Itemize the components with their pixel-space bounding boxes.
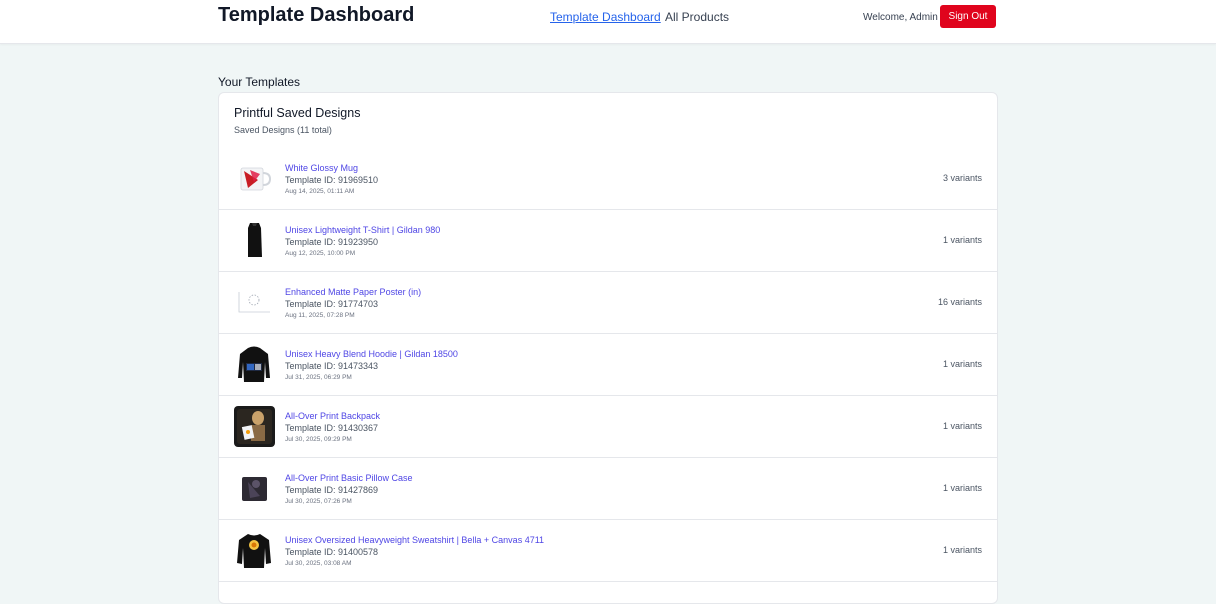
design-name-link[interactable]: All-Over Print Backpack [285, 410, 380, 422]
app-title: Template Dashboard [218, 4, 415, 26]
design-row[interactable]: All-Over Print Basic Pillow Case Templat… [219, 458, 997, 520]
design-row[interactable]: White Glossy Mug Template ID: 91969510 A… [219, 148, 997, 210]
design-row[interactable]: Enhanced Matte Paper Poster (in) Templat… [219, 272, 997, 334]
design-name-link[interactable]: Enhanced Matte Paper Poster (in) [285, 286, 421, 298]
design-date: Jul 30, 2025, 07:26 PM [285, 498, 352, 505]
hoodie-icon [234, 344, 275, 385]
design-name-link[interactable]: All-Over Print Basic Pillow Case [285, 472, 413, 484]
variants-count: 1 variants [942, 235, 982, 245]
mug-icon [234, 158, 275, 199]
template-id: Template ID: 91473343 [285, 361, 379, 371]
template-id: Template ID: 91430367 [285, 423, 379, 433]
design-date: Jul 30, 2025, 09:29 PM [285, 436, 352, 443]
top-navbar: Template Dashboard Template Dashboard Al… [0, 0, 1216, 44]
design-name-link[interactable]: Unisex Lightweight T-Shirt | Gildan 980 [285, 224, 440, 236]
design-row[interactable]: Unisex Lightweight T-Shirt | Gildan 980 … [219, 210, 997, 272]
variants-count: 16 variants [937, 297, 982, 307]
poster-icon [234, 282, 275, 323]
template-id: Template ID: 91969510 [285, 175, 379, 185]
sign-out-button[interactable]: Sign Out [940, 5, 996, 28]
variants-count: 1 variants [942, 421, 982, 431]
template-id: Template ID: 91427869 [285, 485, 379, 495]
backpack-icon [234, 406, 275, 447]
variants-count: 1 variants [942, 359, 982, 369]
design-date: Aug 11, 2025, 07:28 PM [285, 312, 355, 319]
template-id: Template ID: 91923950 [285, 237, 379, 247]
design-date: Aug 14, 2025, 01:11 AM [285, 188, 355, 195]
section-heading: Your Templates [218, 75, 301, 89]
nav-link-template-dashboard[interactable]: Template Dashboard [550, 10, 661, 24]
variants-count: 1 variants [942, 483, 982, 493]
design-name-link[interactable]: Unisex Oversized Heavyweight Sweatshirt … [285, 534, 544, 546]
design-name-link[interactable]: White Glossy Mug [285, 162, 378, 174]
design-row[interactable]: Unisex Oversized Heavyweight Sweatshirt … [219, 520, 997, 582]
sweatshirt-icon [234, 530, 275, 571]
template-id: Template ID: 91774703 [285, 299, 379, 309]
nav-link-all-products[interactable]: All Products [665, 10, 729, 24]
design-date: Jul 30, 2025, 03:08 AM [285, 560, 352, 567]
saved-designs-card: Printful Saved Designs Saved Designs (11… [218, 92, 998, 604]
tshirt-icon [234, 220, 275, 261]
welcome-text: Welcome, Admin [863, 12, 938, 23]
design-list: White Glossy Mug Template ID: 91969510 A… [219, 148, 997, 582]
card-title: Printful Saved Designs [234, 106, 361, 120]
card-subtitle: Saved Designs (11 total) [234, 125, 332, 135]
design-row[interactable]: Unisex Heavy Blend Hoodie | Gildan 18500… [219, 334, 997, 396]
design-name-link[interactable]: Unisex Heavy Blend Hoodie | Gildan 18500 [285, 348, 458, 360]
template-id: Template ID: 91400578 [285, 547, 379, 557]
variants-count: 1 variants [942, 545, 982, 555]
design-date: Jul 31, 2025, 06:29 PM [285, 374, 352, 381]
design-row[interactable]: All-Over Print Backpack Template ID: 914… [219, 396, 997, 458]
design-date: Aug 12, 2025, 10:00 PM [285, 250, 356, 257]
variants-count: 3 variants [942, 173, 982, 183]
pillow-icon [234, 468, 275, 509]
